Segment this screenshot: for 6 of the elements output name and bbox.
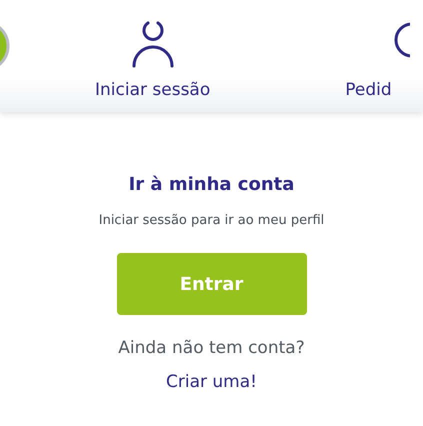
signup-prompt: Ainda não tem conta?: [118, 338, 305, 358]
nav-link[interactable]: Iniciar sessão: [95, 80, 210, 100]
card-subtitle: Iniciar sessão para ir ao meu perfil: [98, 213, 324, 228]
nav-link[interactable]: Pedid: [345, 80, 392, 100]
card-title: Ir à minha conta: [128, 174, 294, 195]
signup-link[interactable]: Criar uma!: [166, 372, 257, 392]
